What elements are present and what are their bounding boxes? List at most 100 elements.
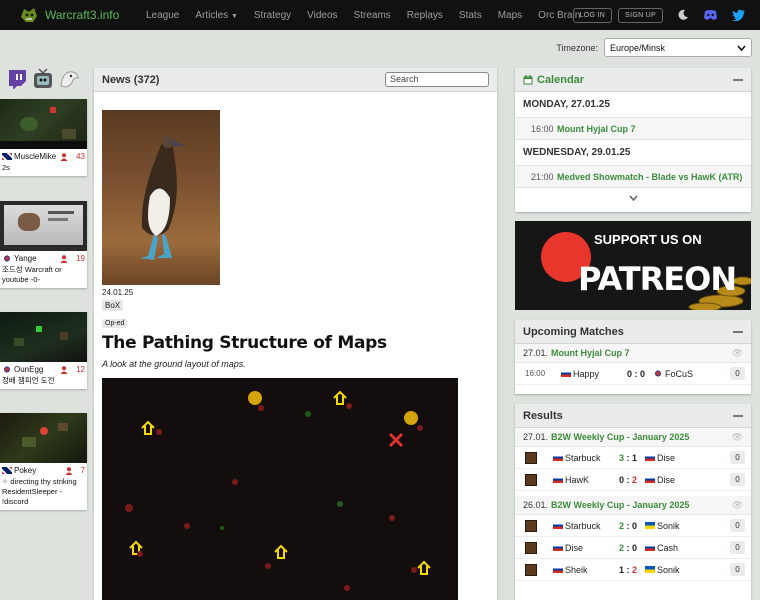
collapse-icon[interactable]: [733, 330, 743, 333]
calendar-event[interactable]: 16:00 Mount Hyjal Cup 7: [515, 118, 751, 140]
comment-count[interactable]: 0: [730, 563, 745, 576]
comment-count[interactable]: 0: [730, 473, 745, 486]
event-date: 27.01.: [523, 432, 549, 442]
booby-bird-illustration: [140, 136, 186, 260]
comment-count[interactable]: 0: [730, 367, 745, 380]
player-name: FoCuS: [665, 368, 694, 379]
viewer-icon: [60, 152, 68, 161]
match-time: 16:00: [525, 369, 546, 378]
tv-robot-icon[interactable]: [32, 68, 54, 92]
article-image[interactable]: [102, 110, 220, 285]
nav-right: LOG IN SIGN UP: [567, 0, 746, 30]
stream-meta: Yange 19: [0, 251, 87, 263]
player-name: Starbuck: [565, 520, 601, 531]
stream-meta: MuscleMike 43: [0, 149, 87, 161]
patreon-line1: SUPPORT US ON: [594, 232, 702, 247]
event-header[interactable]: 27.01. B2W Weekly Cup - January 2025 👁: [515, 428, 751, 447]
streamer-name: Pokey: [14, 466, 37, 475]
calendar-icon: [523, 74, 533, 84]
login-button[interactable]: LOG IN: [572, 7, 613, 23]
map-pathing-image[interactable]: [102, 378, 458, 600]
comment-count[interactable]: 0: [730, 541, 745, 554]
score-1: 1: [618, 564, 624, 575]
flag-ru-icon: [645, 454, 655, 461]
match-row[interactable]: 16:00 Happy 0 : 0 FoCuS 0: [515, 363, 751, 385]
match-row[interactable]: Sheik 1 : 2 Sonik 0: [515, 559, 751, 581]
nav-articles[interactable]: Articles ▼: [187, 10, 246, 21]
discord-icon[interactable]: [703, 9, 718, 21]
timezone-select[interactable]: Europe/Minsk: [604, 38, 752, 57]
article-category[interactable]: Op-ed: [102, 319, 128, 328]
collapse-icon[interactable]: [733, 414, 743, 417]
top-navbar: Warcraft3.info League Articles ▼ Strateg…: [0, 0, 760, 30]
stream-thumbnail: [0, 413, 87, 463]
streamer-name: Yange: [14, 254, 37, 263]
match-row[interactable]: Dise 2 : 0 Cash 0: [515, 537, 751, 559]
player-2: FoCuS: [653, 369, 723, 379]
moon-icon[interactable]: [677, 9, 689, 21]
news-search-input[interactable]: Search: [385, 72, 489, 87]
calendar-day: MONDAY, 27.01.25: [515, 92, 751, 118]
player-1: Starbuck: [553, 453, 611, 463]
nav-maps[interactable]: Maps: [490, 10, 530, 21]
article-author[interactable]: BoX: [102, 300, 124, 311]
chevron-down-icon: [737, 44, 746, 51]
eye-icon[interactable]: 👁: [732, 432, 743, 443]
player-name: Cash: [657, 542, 679, 553]
nav-league[interactable]: League: [138, 10, 187, 21]
eye-icon[interactable]: 👁: [732, 500, 743, 511]
player-name: Happy: [573, 368, 600, 379]
player-2: Sonik: [645, 521, 715, 531]
calendar-title: Calendar: [537, 73, 585, 86]
eye-icon[interactable]: 👁: [732, 348, 743, 359]
expand-calendar-button[interactable]: [515, 188, 751, 208]
flag-ru-icon: [645, 476, 655, 483]
event-header[interactable]: 26.01. B2W Weekly Cup - January 2025 👁: [515, 496, 751, 515]
mascot-icon[interactable]: [58, 68, 80, 92]
comment-count[interactable]: 0: [730, 519, 745, 532]
streamer-name: OunEgg: [14, 365, 44, 374]
stream-card[interactable]: Yange 19 조드성 Warcraft or youtube -0-: [0, 201, 87, 288]
brand[interactable]: Warcraft3.info: [18, 5, 128, 25]
event-name: Mount Hyjal Cup 7: [557, 123, 636, 134]
match-score: 2 : 0: [618, 520, 638, 531]
twitter-icon[interactable]: [732, 9, 746, 21]
gold-mine-icon: [417, 560, 431, 575]
twitch-icon[interactable]: [6, 68, 28, 92]
player-1: Starbuck: [553, 521, 611, 531]
comment-count[interactable]: 0: [730, 451, 745, 464]
nav-stats[interactable]: Stats: [451, 10, 490, 21]
score-2: 2: [632, 474, 638, 485]
gold-mine-icon: [333, 390, 347, 405]
nav-replays[interactable]: Replays: [399, 10, 451, 21]
stream-card[interactable]: Pokey 7 ✧ directing thy striking Residen…: [0, 413, 87, 510]
stream-title: 정배 챔피언 도전: [2, 376, 55, 385]
player-name: Dise: [657, 452, 676, 463]
score-1: 0: [618, 474, 624, 485]
calendar-event[interactable]: 21:00 Medved Showmatch - Blade vs HawK (…: [515, 166, 751, 188]
caret-down-icon: ▼: [230, 12, 238, 20]
patreon-line2: PATREON: [578, 260, 736, 298]
viewer-count: 43: [76, 152, 85, 161]
event-name: B2W Weekly Cup - January 2025: [551, 500, 690, 510]
stream-card[interactable]: OunEgg 12 정배 챔피언 도전: [0, 312, 87, 389]
stream-card[interactable]: MuscleMike 43 2s: [0, 99, 87, 176]
article-title[interactable]: The Pathing Structure of Maps: [102, 333, 489, 353]
collapse-icon[interactable]: [733, 78, 743, 81]
viewer-count: 12: [76, 365, 85, 374]
nav-videos[interactable]: Videos: [299, 10, 345, 21]
patreon-banner[interactable]: SUPPORT US ON PATREON: [515, 221, 751, 310]
match-score: 1 : 2: [618, 564, 638, 575]
article-date: 24.01.25: [102, 288, 134, 297]
match-row[interactable]: Starbuck 2 : 0 Sonik 0: [515, 515, 751, 537]
player-1: HawK: [553, 475, 611, 485]
stream-title: 조드성 Warcraft or youtube -0-: [2, 265, 62, 284]
match-row[interactable]: HawK 0 : 2 Dise 0: [515, 469, 751, 491]
match-row[interactable]: Starbuck 3 : 1 Dise 0: [515, 447, 751, 469]
signup-button[interactable]: SIGN UP: [618, 7, 663, 23]
upcoming-title: Upcoming Matches: [523, 325, 624, 338]
nav-streams[interactable]: Streams: [346, 10, 399, 21]
calendar-day: WEDNESDAY, 29.01.25: [515, 140, 751, 166]
nav-strategy[interactable]: Strategy: [246, 10, 299, 21]
event-header[interactable]: 27.01. Mount Hyjal Cup 7 👁: [515, 344, 751, 363]
